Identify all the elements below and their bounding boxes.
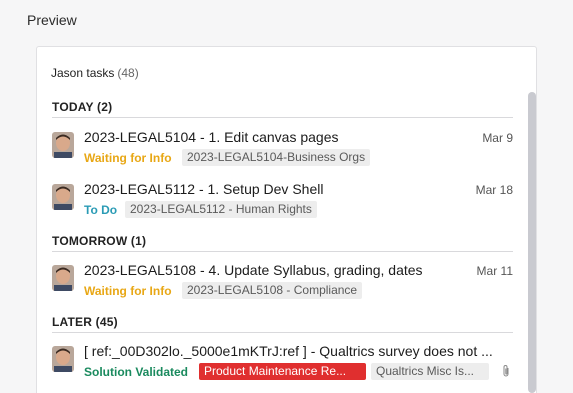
divider [52, 332, 513, 333]
project-tag[interactable]: 2023-LEGAL5112 - Human Rights [125, 201, 317, 218]
group-today[interactable]: TODAY (2) [52, 100, 112, 114]
avatar [52, 184, 74, 210]
project-tag[interactable]: 2023-LEGAL5104-Business Orgs [182, 149, 371, 166]
task-item[interactable]: 2023-LEGAL5112 - 1. Setup Dev Shell Mar … [52, 181, 514, 227]
scrollbar-thumb[interactable] [528, 92, 536, 393]
task-title[interactable]: 2023-LEGAL5112 - 1. Setup Dev Shell [84, 181, 454, 197]
task-title[interactable]: 2023-LEGAL5108 - 4. Update Syllabus, gra… [84, 262, 454, 278]
task-date: Mar 11 [476, 264, 513, 278]
avatar [52, 132, 74, 158]
task-date: Mar 9 [482, 131, 513, 145]
project-tag[interactable]: 2023-LEGAL5108 - Compliance [182, 282, 363, 299]
status-label: To Do [84, 203, 118, 217]
group-later[interactable]: LATER (45) [52, 315, 118, 329]
avatar [52, 346, 74, 372]
group-tomorrow[interactable]: TOMORROW (1) [52, 234, 146, 248]
status-label: Waiting for Info [84, 151, 172, 165]
list-count: (48) [117, 66, 139, 80]
status-label: Solution Validated [84, 365, 189, 379]
task-item[interactable]: 2023-LEGAL5108 - 4. Update Syllabus, gra… [52, 262, 514, 308]
task-item[interactable]: 2023-LEGAL5104 - 1. Edit canvas pages Ma… [52, 129, 514, 175]
avatar [52, 265, 74, 291]
status-label: Waiting for Info [84, 284, 172, 298]
category-tag[interactable]: Product Maintenance Re... [199, 363, 366, 380]
task-title[interactable]: [ ref:_00D302lo._5000e1mKTrJ:ref ] - Qua… [84, 343, 514, 359]
list-header: Jason tasks (48) [51, 66, 139, 80]
divider [52, 251, 513, 252]
paperclip-icon[interactable] [501, 364, 511, 378]
preview-title: Preview [27, 12, 77, 28]
task-title[interactable]: 2023-LEGAL5104 - 1. Edit canvas pages [84, 129, 454, 145]
project-tag[interactable]: Qualtrics Misc Is... [371, 363, 489, 380]
task-item[interactable]: [ ref:_00D302lo._5000e1mKTrJ:ref ] - Qua… [52, 343, 514, 389]
list-title: Jason tasks [51, 66, 115, 80]
divider [52, 117, 513, 118]
task-date: Mar 18 [475, 183, 513, 197]
